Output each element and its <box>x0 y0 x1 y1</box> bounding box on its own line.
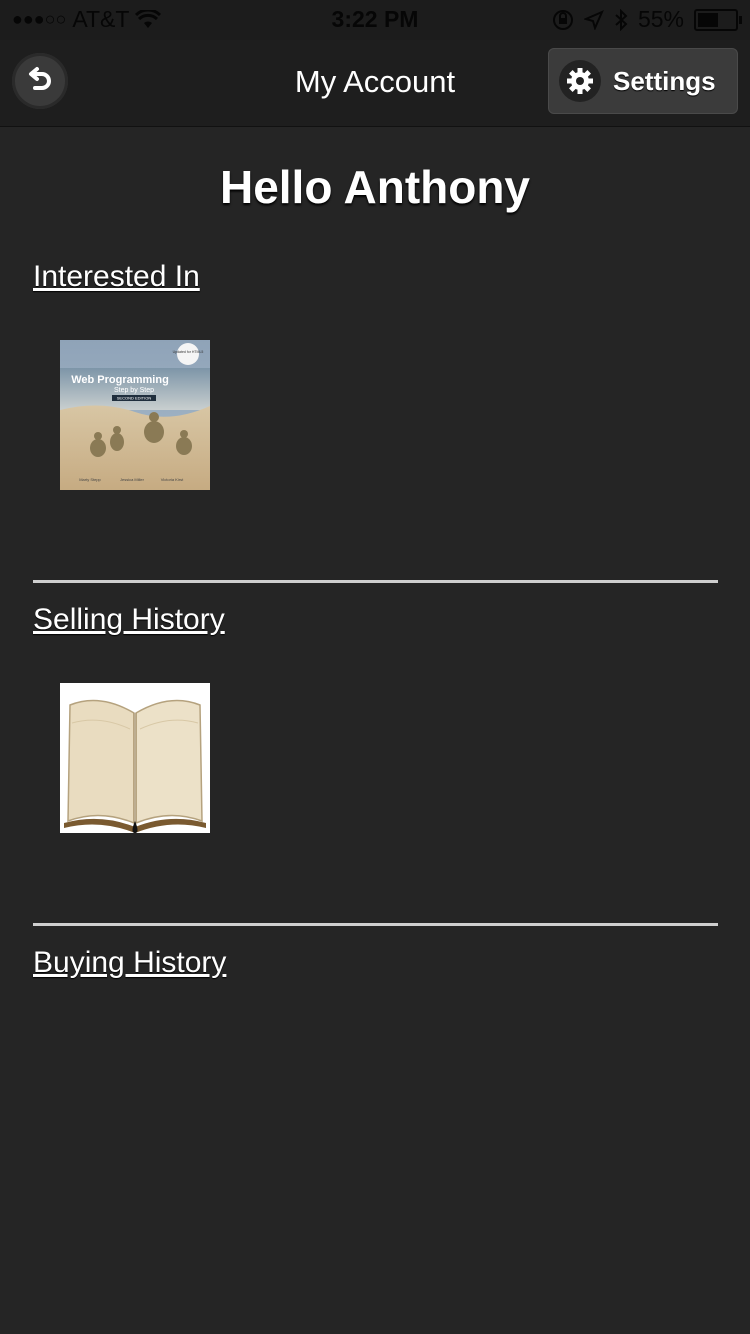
bluetooth-icon <box>615 8 628 31</box>
book-author-3: Victoria Kirst <box>161 477 184 482</box>
location-icon <box>583 9 604 30</box>
battery-percent: 55% <box>637 6 684 32</box>
greeting-heading: Hello Anthony <box>219 161 531 213</box>
book-cover-image: Updated for HTML5 Web Programming Step b… <box>60 340 210 490</box>
section-divider <box>33 580 718 583</box>
nav-bar: My Account Settings <box>0 40 750 127</box>
gear-icon <box>567 68 593 94</box>
interested-in-link[interactable]: Interested In <box>33 260 200 294</box>
book-edition-text: SECOND EDITION <box>117 396 152 401</box>
book-sticker-text: Updated for HTML5 <box>173 350 204 354</box>
settings-button[interactable]: Settings <box>548 48 738 114</box>
book-author-2: Jessica Miller <box>120 477 145 482</box>
status-bar-right: 55% <box>552 6 742 33</box>
battery-icon <box>694 8 742 31</box>
orientation-lock-icon <box>552 9 573 30</box>
selling-book-thumbnail[interactable] <box>60 683 210 833</box>
section-divider <box>33 923 718 926</box>
gear-icon-wrap <box>559 60 601 102</box>
book-subtitle-text: Step by Step <box>114 387 154 394</box>
interested-book-thumbnail[interactable]: Updated for HTML5 Web Programming Step b… <box>60 340 210 490</box>
battery-level <box>698 12 718 27</box>
book-author-1: Marty Stepp <box>79 477 101 482</box>
selling-history-link[interactable]: Selling History <box>33 603 225 637</box>
open-book-image <box>60 683 210 833</box>
status-bar: ●●●○○ AT&T 3:22 PM 55% <box>0 0 750 40</box>
buying-history-link[interactable]: Buying History <box>33 946 226 980</box>
settings-label: Settings <box>613 65 716 96</box>
book-title-text: Web Programming <box>71 374 169 386</box>
